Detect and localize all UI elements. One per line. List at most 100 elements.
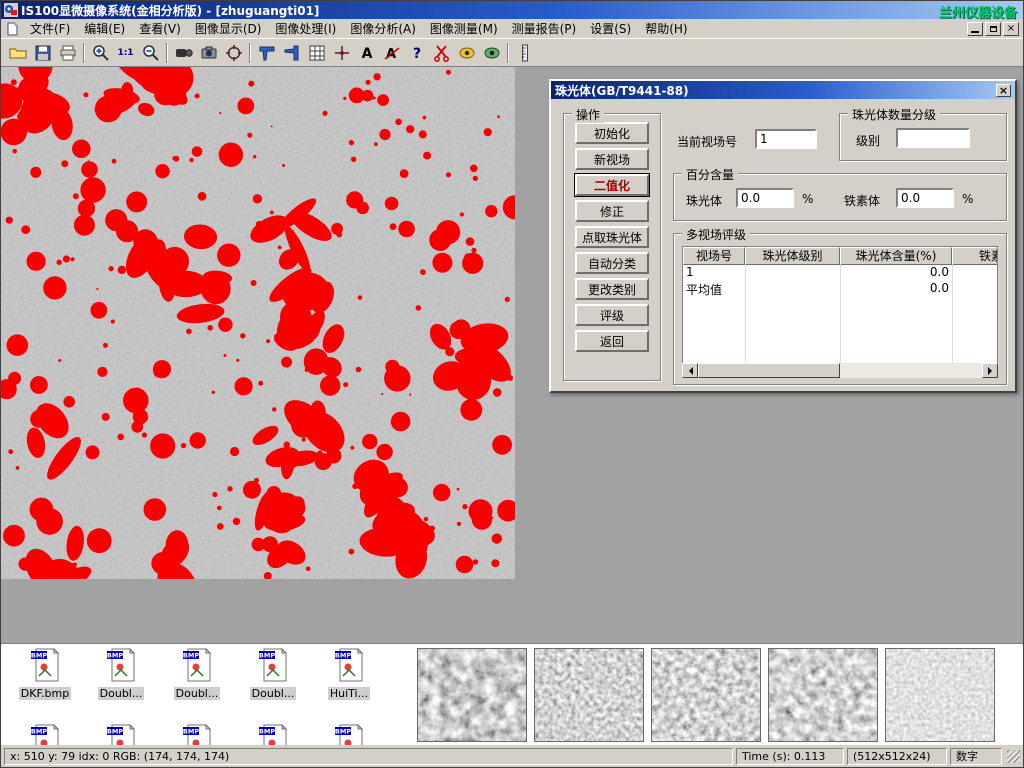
op-button[interactable]: 更改类别 [575,278,649,300]
op-button[interactable]: 点取珠光体 [575,226,649,248]
cursor-position-status: x: 510 y: 79 idx: 0 RGB: (174, 174, 174) [4,748,733,765]
file-list: BMPDKF.bmpBMPDoubl...BMPDoubl...BMPDoubl… [1,644,413,745]
pearlite-percent-input[interactable] [736,188,794,208]
svg-text:BMP: BMP [107,652,123,660]
thumbnail-1[interactable] [417,648,527,742]
help-icon[interactable]: ? [404,41,429,65]
bmp-file-icon: BMP [106,724,136,745]
caliper-h-icon[interactable] [254,41,279,65]
toolbar-separator [166,43,168,63]
actual-size-icon[interactable]: 1:1 [113,41,138,65]
zoom-in-icon[interactable] [88,41,113,65]
svg-text:BMP: BMP [335,652,351,660]
file-item[interactable]: BMP [7,724,83,745]
ferrite-percent-input[interactable] [896,188,954,208]
open-icon[interactable] [5,41,30,65]
specimen-image[interactable] [1,67,515,579]
eye-right-icon[interactable] [479,41,504,65]
menu-item[interactable]: 文件(F) [23,18,77,39]
dialog-title-bar[interactable]: 珠光体(GB/T9441-88) × [551,81,1015,99]
document-icon[interactable] [5,22,19,36]
video-icon[interactable] [171,41,196,65]
text-icon[interactable]: A [354,41,379,65]
op-button[interactable]: 二值化 [575,174,649,196]
thumbnail-4[interactable] [768,648,878,742]
operations-group: 操作 初始化新视场二值化修正点取珠光体自动分类更改类别评级返回 [563,113,661,381]
bmp-file-icon: BMP [258,724,288,745]
file-item[interactable]: BMPDKF.bmp [7,648,83,700]
file-item[interactable]: BMPDoubl... [159,648,235,700]
grading-group: 珠光体数量分级 级别 [839,113,1007,161]
grade-label: 级别 [856,132,880,149]
file-item[interactable]: BMP HuiTi... [311,648,387,700]
dialog-close-icon[interactable]: × [996,84,1011,97]
eye-left-icon[interactable] [454,41,479,65]
menu-item[interactable]: 设置(S) [583,18,638,39]
current-field-input[interactable] [755,129,817,149]
menu-item[interactable]: 编辑(E) [77,18,132,39]
scroll-left-icon[interactable] [682,363,698,378]
grid-icon[interactable] [304,41,329,65]
table-header-row: 视场号珠光体级别珠光体含量(%)铁素体 [683,247,997,265]
svg-text:BMP: BMP [335,728,351,736]
op-button[interactable]: 新视场 [575,148,649,170]
bmp-file-icon: BMP [106,648,136,686]
thumbnail-5[interactable] [885,648,995,742]
file-item[interactable]: BMP [235,724,311,745]
cut-icon[interactable] [429,41,454,65]
camera-icon[interactable] [196,41,221,65]
file-item[interactable]: BMPDoubl... [83,648,159,700]
mdi-restore-button[interactable] [985,22,1001,36]
file-item[interactable]: BMP [83,724,159,745]
toolbar-separator [249,43,251,63]
op-button[interactable]: 返回 [575,330,649,352]
table-cell: 0.0 [840,265,952,281]
menu-item[interactable]: 图像处理(I) [268,18,343,39]
scroll-right-icon[interactable] [982,363,998,378]
op-button[interactable]: 自动分类 [575,252,649,274]
print-icon[interactable] [55,41,80,65]
grade-input[interactable] [896,128,970,148]
menu-item[interactable]: 帮助(H) [638,18,694,39]
bmp-file-icon: BMP [30,724,60,745]
capture-target-icon[interactable] [221,41,246,65]
file-name: HuiTi... [328,687,370,700]
client-area: 珠光体(GB/T9441-88) × 操作 初始化新视场二值化修正点取珠光体自动… [1,67,1023,643]
save-icon[interactable] [30,41,55,65]
op-button[interactable]: 初始化 [575,122,649,144]
file-item[interactable]: BMPDoubl... [235,648,311,700]
table-cell [745,265,840,281]
menu-item[interactable]: 图像测量(M) [423,18,505,39]
scroll-thumb[interactable] [698,363,840,378]
menu-item[interactable]: 图像分析(A) [343,18,423,39]
menu-item[interactable]: 测量报告(P) [505,18,584,39]
ruler-icon[interactable] [512,41,537,65]
mdi-minimize-button[interactable] [967,22,983,36]
menu-item[interactable]: 图像显示(D) [188,18,269,39]
percent-legend: 百分含量 [682,166,738,183]
resize-grip[interactable] [1007,750,1020,763]
thumbnail-3[interactable] [651,648,761,742]
file-name: Doubl... [250,687,297,700]
rating-table[interactable]: 视场号珠光体级别珠光体含量(%)铁素体 10.0平均值0.0 [682,246,998,364]
title-bar[interactable]: IS100显微摄像系统(金相分析版) - [zhuguangti01] 兰州仪器… [1,1,1023,19]
percent-group: 百分含量 珠光体 % 铁素体 % [673,173,1007,221]
file-row: BMPDKF.bmpBMPDoubl...BMPDoubl...BMPDoubl… [7,648,413,700]
time-status: Time (s): 0.113 [736,748,844,765]
op-button[interactable]: 修正 [575,200,649,222]
thumbnail-2[interactable] [534,648,644,742]
file-item[interactable]: BMP [311,724,387,745]
table-hscrollbar[interactable] [682,363,998,378]
pearlite-dialog[interactable]: 珠光体(GB/T9441-88) × 操作 初始化新视场二值化修正点取珠光体自动… [549,79,1017,393]
marker-cross-icon[interactable] [329,41,354,65]
file-row-partial: BMP BMP BMP BMP BMP [7,724,413,745]
menu-item[interactable]: 查看(V) [132,18,188,39]
file-item[interactable]: BMP [159,724,235,745]
bmp-file-icon: BMP [182,724,212,745]
caliper-v-icon[interactable] [279,41,304,65]
mdi-close-button[interactable]: × [1003,22,1019,36]
table-header-cell: 珠光体含量(%) [840,247,952,265]
text-rotate-icon[interactable]: A [379,41,404,65]
op-button[interactable]: 评级 [575,304,649,326]
zoom-out-icon[interactable] [138,41,163,65]
